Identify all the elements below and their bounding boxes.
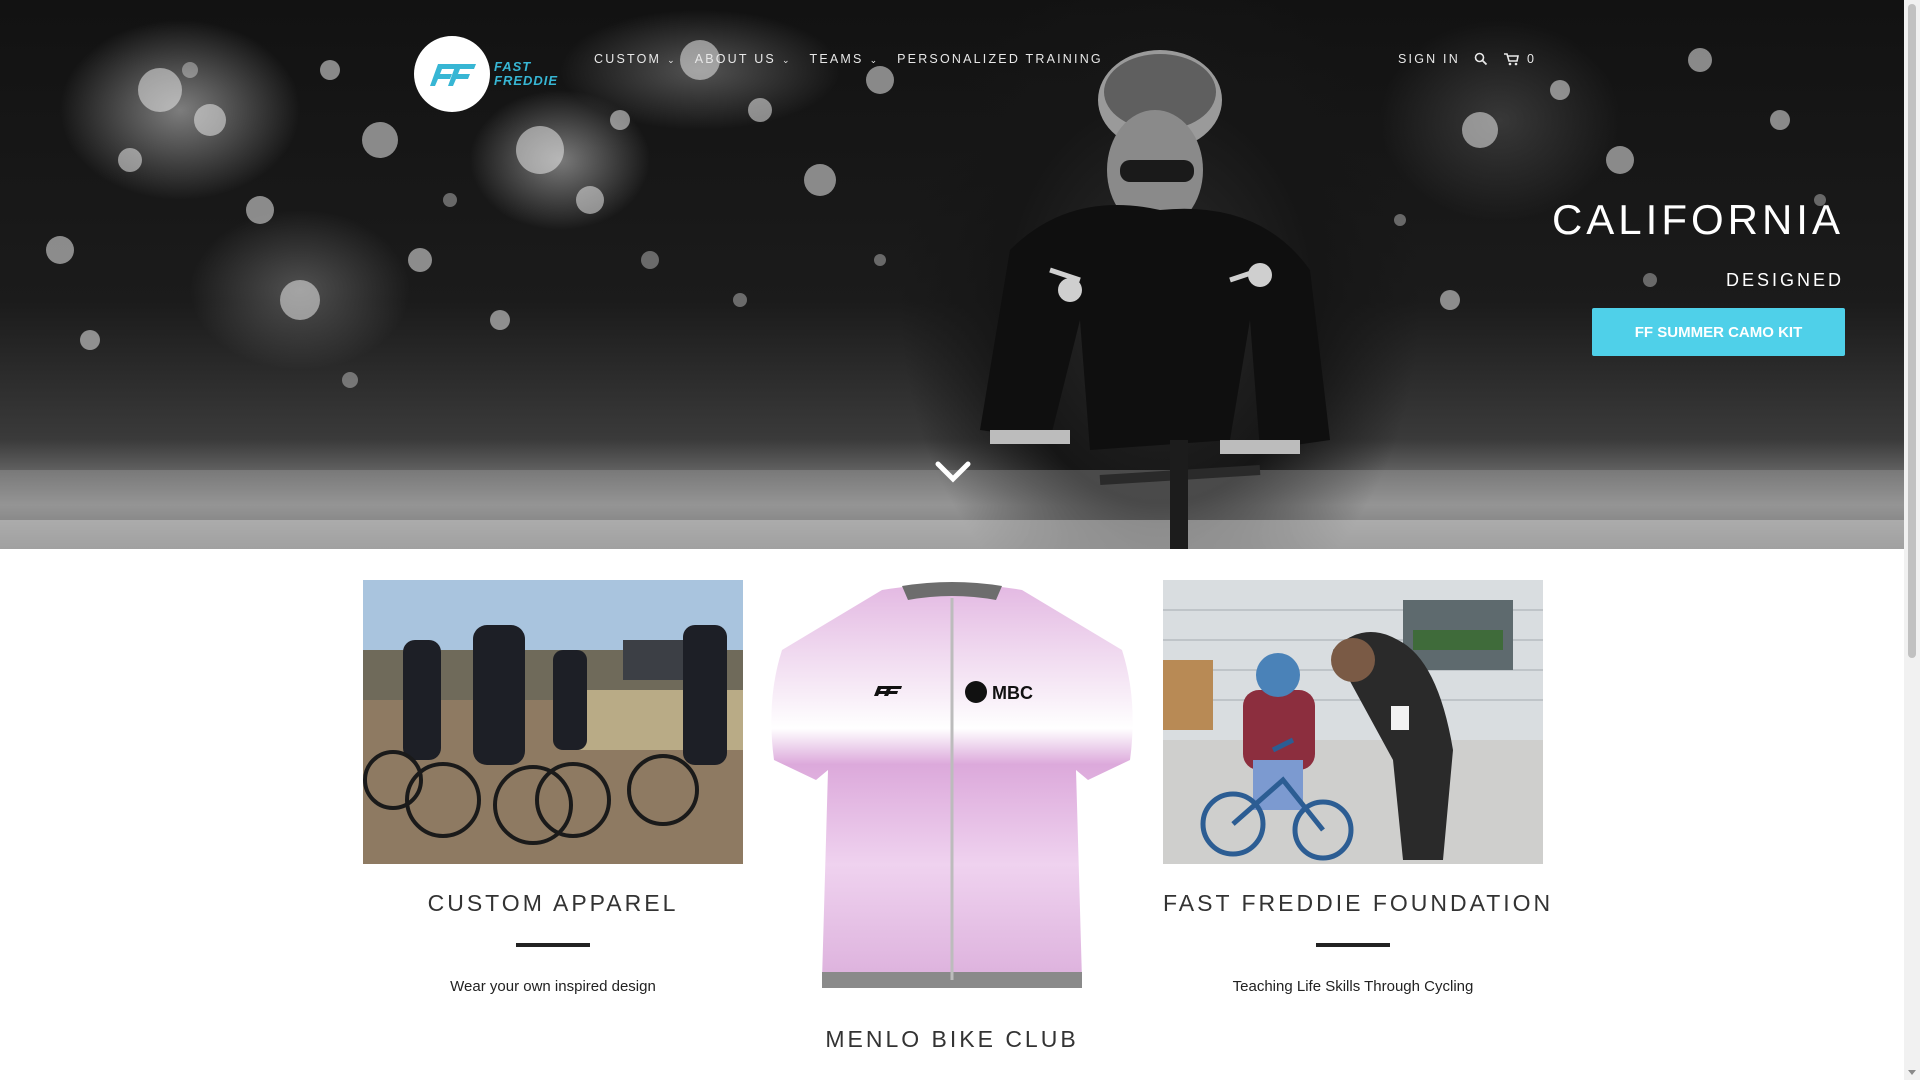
site-logo[interactable]: FAST FREDDIE xyxy=(414,36,558,114)
card-menlo-bike-club[interactable]: MBC MENLO BIKE CLUB xyxy=(770,580,1134,1053)
photo-illustration xyxy=(363,580,743,864)
chevron-down-icon: ⌄ xyxy=(869,55,878,65)
kid-bike-lesson-photo[interactable] xyxy=(1163,580,1543,864)
nav-item-teams[interactable]: TEAMS ⌄ xyxy=(810,52,878,66)
card-divider xyxy=(1316,943,1390,947)
nav-item-label: CUSTOM xyxy=(594,52,662,66)
jersey-image[interactable]: MBC xyxy=(770,580,1134,1000)
card-fast-freddie-foundation[interactable]: FAST FREDDIE FOUNDATION Teaching Life Sk… xyxy=(1163,580,1550,995)
card-description: Teaching Life Skills Through Cycling xyxy=(1232,978,1474,995)
logo-mark xyxy=(414,36,490,112)
card-description: Wear your own inspired design xyxy=(450,978,656,995)
chevron-down-icon[interactable] xyxy=(935,460,971,484)
chevron-down-icon: ⌄ xyxy=(667,55,675,65)
nav-item-label: ABOUT US xyxy=(694,52,776,66)
cart-count[interactable]: 0 xyxy=(1527,52,1536,66)
summer-camo-kit-button[interactable]: FF SUMMER CAMO KIT xyxy=(1592,308,1845,356)
card-divider xyxy=(516,943,590,947)
hero-subheadline: DESIGNED xyxy=(1725,270,1844,290)
sign-in-link[interactable]: SIGN IN xyxy=(1398,52,1460,66)
logo-wordmark: FAST FREDDIE xyxy=(494,60,564,88)
photo-illustration xyxy=(1163,580,1543,864)
cyclist-image xyxy=(980,50,1330,549)
card-title[interactable]: CUSTOM APPAREL xyxy=(363,890,743,917)
cart-icon[interactable] xyxy=(1503,52,1519,66)
logo-word-freddie: FREDDIE xyxy=(494,73,559,88)
search-icon[interactable] xyxy=(1474,52,1488,66)
card-title[interactable]: FAST FREDDIE FOUNDATION xyxy=(1163,890,1550,917)
hero-headline: CALIFORNIA xyxy=(1551,196,1844,243)
card-custom-apparel[interactable]: CUSTOM APPAREL Wear your own inspired de… xyxy=(363,580,743,995)
group-cyclists-photo[interactable] xyxy=(363,580,743,864)
hero-banner: FAST FREDDIE CUSTOM ⌄ ABOUT US ⌄ TEAMS ⌄ PE… xyxy=(0,0,1904,549)
nav-item-personalized-training[interactable]: PERSONALIZED TRAINING xyxy=(897,52,1103,66)
nav-item-custom[interactable]: CUSTOM ⌄ xyxy=(594,52,675,66)
page-scrollbar[interactable] xyxy=(1904,0,1920,1080)
card-title[interactable]: MENLO BIKE CLUB xyxy=(770,1026,1134,1053)
nav-item-label: TEAMS xyxy=(809,52,864,66)
jersey-logo-mbc: MBC xyxy=(992,683,1033,703)
scrollbar-thumb[interactable] xyxy=(1908,4,1916,658)
main-nav: CUSTOM ⌄ ABOUT US ⌄ TEAMS ⌄ PERSONALIZED TR… xyxy=(594,52,1123,66)
header-utilities: SIGN IN 0 xyxy=(1398,52,1536,66)
nav-item-label: PERSONALIZED TRAINING xyxy=(897,52,1103,66)
chevron-down-icon: ⌄ xyxy=(781,55,790,65)
nav-item-about-us[interactable]: ABOUT US ⌄ xyxy=(695,52,790,66)
scroll-down-arrow-icon[interactable] xyxy=(1908,1068,1916,1076)
logo-word-fast: FAST xyxy=(494,59,532,74)
ff-logo-icon xyxy=(430,64,476,86)
